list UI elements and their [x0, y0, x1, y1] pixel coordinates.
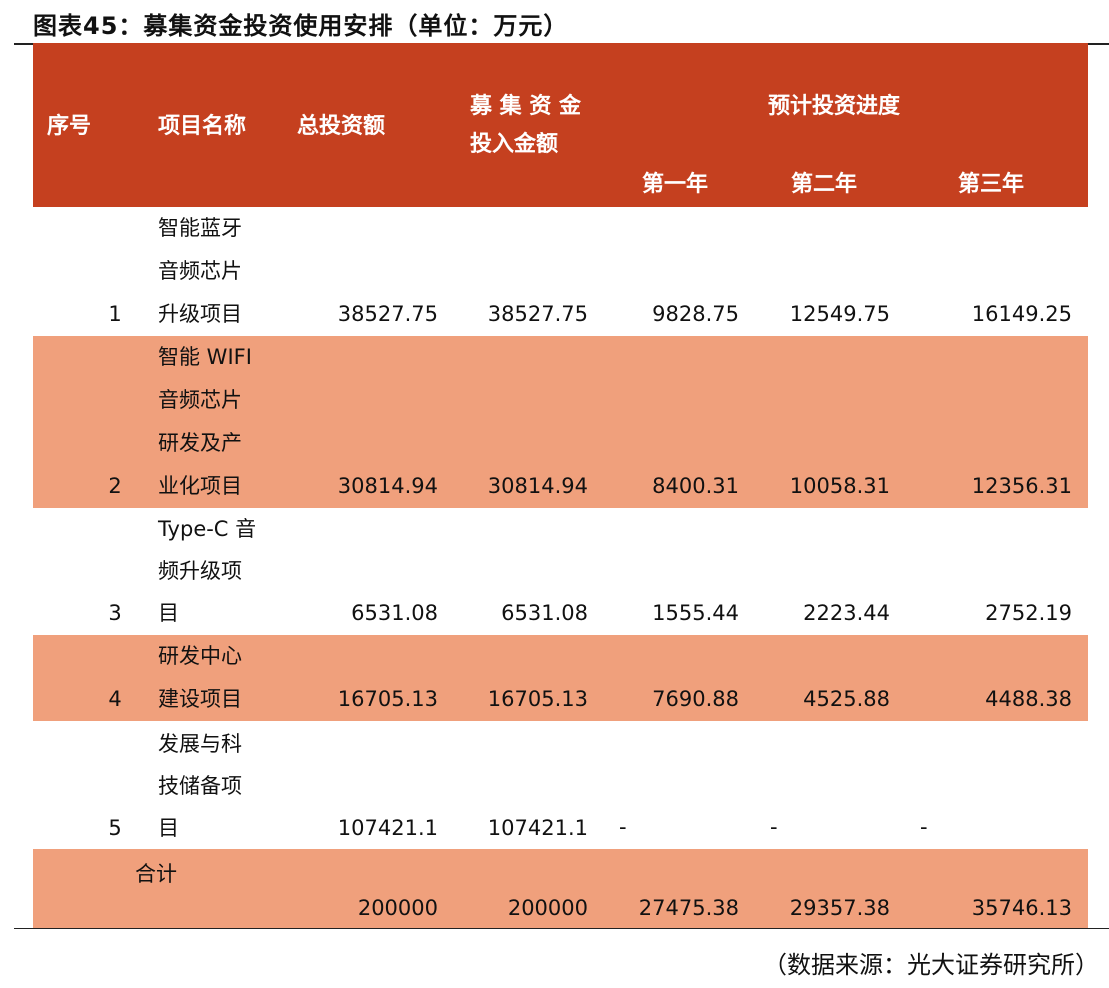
total-total: 200000	[357, 896, 438, 920]
header-name: 项目名称	[158, 114, 247, 139]
row-fund: 107421.1	[487, 816, 588, 840]
bottom-rule	[14, 928, 1109, 929]
row-name-line: 研发中心	[158, 644, 242, 668]
data-source: （数据来源：光大证券研究所）	[763, 951, 1099, 979]
header-total: 总投资额	[297, 114, 386, 139]
row-year3: 16149.25	[971, 302, 1072, 326]
row-seq: 2	[108, 474, 122, 498]
row-name-line: 发展与科	[158, 732, 242, 756]
row-name-line: 智能蓝牙	[158, 216, 242, 240]
row-fund: 16705.13	[487, 687, 588, 711]
header-fund-line1: 募 集 资 金	[470, 94, 581, 119]
total-label: 合计	[135, 862, 177, 886]
row-year2: -	[770, 815, 778, 839]
table-header: 序号 项目名称 总投资额 募 集 资 金 投入金额 预计投资进度 第一年 第二年…	[33, 43, 1088, 207]
row-seq: 5	[108, 816, 122, 840]
total-year2: 29357.38	[789, 896, 890, 920]
row-seq: 1	[108, 302, 122, 326]
header-year3: 第三年	[958, 172, 1025, 197]
row-year2: 2223.44	[803, 601, 890, 625]
table-row: Type-C 音 频升级项 目 3 6531.08 6531.08 1555.4…	[33, 508, 1088, 635]
row-fund: 38527.75	[487, 302, 588, 326]
row-name-line: 研发及产	[158, 431, 242, 455]
row-total: 30814.94	[337, 474, 438, 498]
row-year3: 12356.31	[971, 474, 1072, 498]
row-name-line: 音频芯片	[158, 388, 242, 412]
row-fund: 6531.08	[501, 601, 588, 625]
header-progress: 预计投资进度	[768, 94, 901, 119]
row-total: 38527.75	[337, 302, 438, 326]
total-fund: 200000	[507, 896, 588, 920]
row-year1: 8400.31	[652, 474, 739, 498]
table-row: 发展与科 技储备项 目 5 107421.1 107421.1 - - -	[33, 721, 1088, 849]
row-year1: 9828.75	[652, 302, 739, 326]
row-fund: 30814.94	[487, 474, 588, 498]
row-name-line: 建设项目	[158, 687, 242, 711]
total-year1: 27475.38	[638, 896, 739, 920]
row-seq: 4	[108, 687, 122, 711]
row-name-line: 音频芯片	[158, 259, 242, 283]
total-row: 合计 200000 200000 27475.38 29357.38 35746…	[33, 849, 1088, 928]
row-seq: 3	[108, 601, 122, 625]
figure-title: 图表45：募集资金投资使用安排（单位：万元）	[33, 12, 569, 40]
table-row: 智能蓝牙 音频芯片 升级项目 1 38527.75 38527.75 9828.…	[33, 207, 1088, 336]
table-row: 研发中心 建设项目 4 16705.13 16705.13 7690.88 45…	[33, 635, 1088, 721]
header-fund-line2: 投入金额	[470, 132, 559, 157]
row-year1: 1555.44	[652, 601, 739, 625]
row-name-line: 目	[158, 601, 179, 625]
row-name-line: 目	[158, 816, 179, 840]
header-year1: 第一年	[642, 172, 709, 197]
row-year2: 10058.31	[789, 474, 890, 498]
row-total: 16705.13	[337, 687, 438, 711]
row-name-line: Type-C 音	[158, 517, 257, 541]
total-year3: 35746.13	[971, 896, 1072, 920]
row-name-line: 业化项目	[158, 474, 242, 498]
row-name-line: 智能 WIFI	[158, 345, 252, 369]
row-total: 6531.08	[351, 601, 438, 625]
row-name-line: 升级项目	[158, 302, 242, 326]
row-total: 107421.1	[337, 816, 438, 840]
row-year3: 2752.19	[985, 601, 1072, 625]
row-year1: -	[619, 815, 627, 839]
row-year1: 7690.88	[652, 687, 739, 711]
row-year3: 4488.38	[985, 687, 1072, 711]
row-year2: 4525.88	[803, 687, 890, 711]
row-year3: -	[920, 815, 928, 839]
table-row: 智能 WIFI 音频芯片 研发及产 业化项目 2 30814.94 30814.…	[33, 336, 1088, 508]
investment-table: 序号 项目名称 总投资额 募 集 资 金 投入金额 预计投资进度 第一年 第二年…	[33, 43, 1088, 928]
header-seq: 序号	[47, 114, 92, 139]
header-year2: 第二年	[791, 172, 858, 197]
row-year2: 12549.75	[789, 302, 890, 326]
row-name-line: 频升级项	[158, 559, 242, 583]
row-name-line: 技储备项	[158, 774, 242, 798]
